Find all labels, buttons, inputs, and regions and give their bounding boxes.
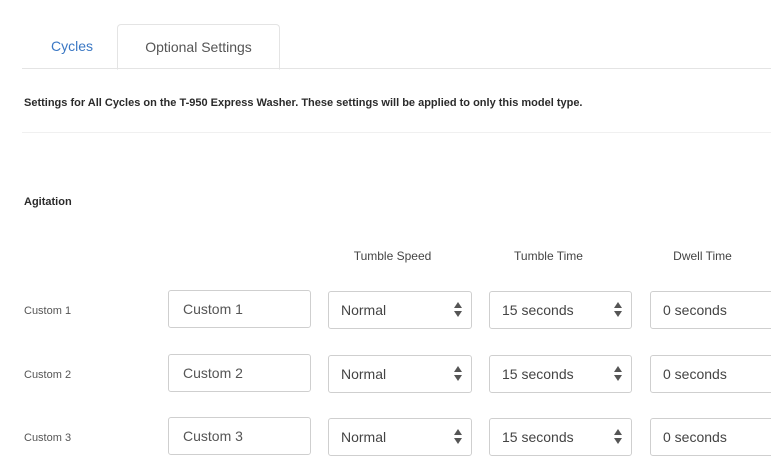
tumble-time-select[interactable]: 15 seconds (489, 418, 632, 456)
description-divider (22, 132, 771, 133)
dwell-time-value: 0 seconds (663, 302, 727, 318)
tab-cycles[interactable]: Cycles (30, 24, 114, 68)
tumble-time-value: 15 seconds (502, 366, 574, 382)
tumble-speed-value: Normal (341, 366, 387, 382)
up-down-arrows-icon (453, 428, 463, 446)
section-title-agitation: Agitation (24, 196, 72, 208)
tumble-speed-select[interactable]: Normal (328, 291, 472, 329)
column-header-tumble-speed: Tumble Speed (353, 249, 432, 263)
tab-bar: Cycles Optional Settings (0, 0, 771, 70)
cycle-name-input[interactable] (168, 354, 311, 392)
up-down-arrows-icon (453, 365, 463, 383)
column-header-dwell-time: Dwell Time (673, 249, 732, 263)
tumble-speed-select[interactable]: Normal (328, 418, 472, 456)
dwell-time-value: 0 seconds (663, 429, 727, 445)
dwell-time-select[interactable]: 0 seconds (650, 418, 771, 456)
tumble-time-select[interactable]: 15 seconds (489, 355, 632, 393)
tumble-speed-select[interactable]: Normal (328, 355, 472, 393)
cycle-name-input[interactable] (168, 290, 311, 328)
up-down-arrows-icon (613, 428, 623, 446)
column-header-tumble-time: Tumble Time (514, 249, 583, 263)
tumble-time-value: 15 seconds (502, 429, 574, 445)
tab-divider (22, 68, 771, 69)
tumble-time-select[interactable]: 15 seconds (489, 291, 632, 329)
row-label: Custom 2 (24, 369, 72, 381)
up-down-arrows-icon (613, 301, 623, 319)
tab-optional-settings[interactable]: Optional Settings (117, 24, 280, 70)
dwell-time-value: 0 seconds (663, 366, 727, 382)
row-label: Custom 1 (24, 305, 72, 317)
tumble-time-value: 15 seconds (502, 302, 574, 318)
up-down-arrows-icon (613, 365, 623, 383)
tumble-speed-value: Normal (341, 302, 387, 318)
dwell-time-select[interactable]: 0 seconds (650, 291, 771, 329)
up-down-arrows-icon (453, 301, 463, 319)
dwell-time-select[interactable]: 0 seconds (650, 355, 771, 393)
settings-description: Settings for All Cycles on the T-950 Exp… (24, 97, 583, 109)
tumble-speed-value: Normal (341, 429, 387, 445)
row-label: Custom 3 (24, 432, 72, 444)
cycle-name-input[interactable] (168, 417, 311, 455)
